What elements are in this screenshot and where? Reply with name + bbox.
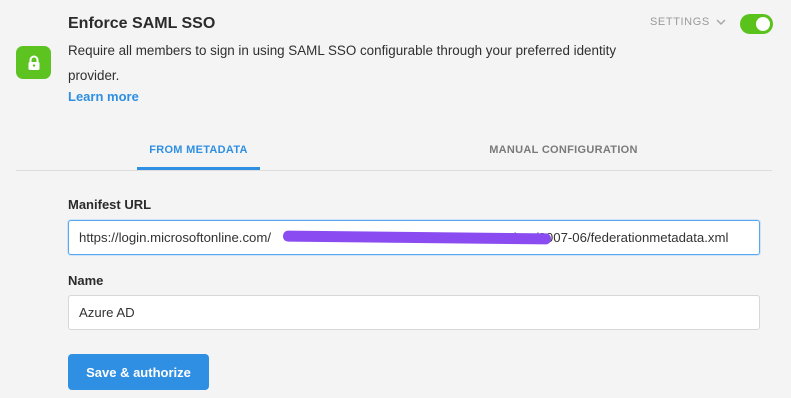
chevron-down-icon <box>716 19 726 25</box>
manifest-url-input[interactable] <box>68 220 760 255</box>
settings-label: SETTINGS <box>650 16 710 28</box>
learn-more-link[interactable]: Learn more <box>68 89 139 104</box>
lock-icon <box>28 55 39 70</box>
page-title: Enforce SAML SSO <box>68 15 216 32</box>
feature-description: Require all members to sign in using SAM… <box>68 43 617 83</box>
tabs-divider <box>16 170 772 171</box>
settings-dropdown[interactable]: SETTINGS <box>650 16 726 28</box>
lock-icon-tile <box>16 46 51 79</box>
manifest-url-label: Manifest URL <box>68 197 152 212</box>
name-label: Name <box>68 273 104 288</box>
name-input[interactable] <box>68 295 760 330</box>
save-authorize-button[interactable]: Save & authorize <box>68 354 209 390</box>
tab-manual-configuration[interactable]: MANUAL CONFIGURATION <box>470 144 657 156</box>
tab-from-metadata[interactable]: FROM METADATA <box>137 144 260 156</box>
enforce-sso-toggle[interactable] <box>740 14 773 34</box>
toggle-knob <box>756 17 770 31</box>
